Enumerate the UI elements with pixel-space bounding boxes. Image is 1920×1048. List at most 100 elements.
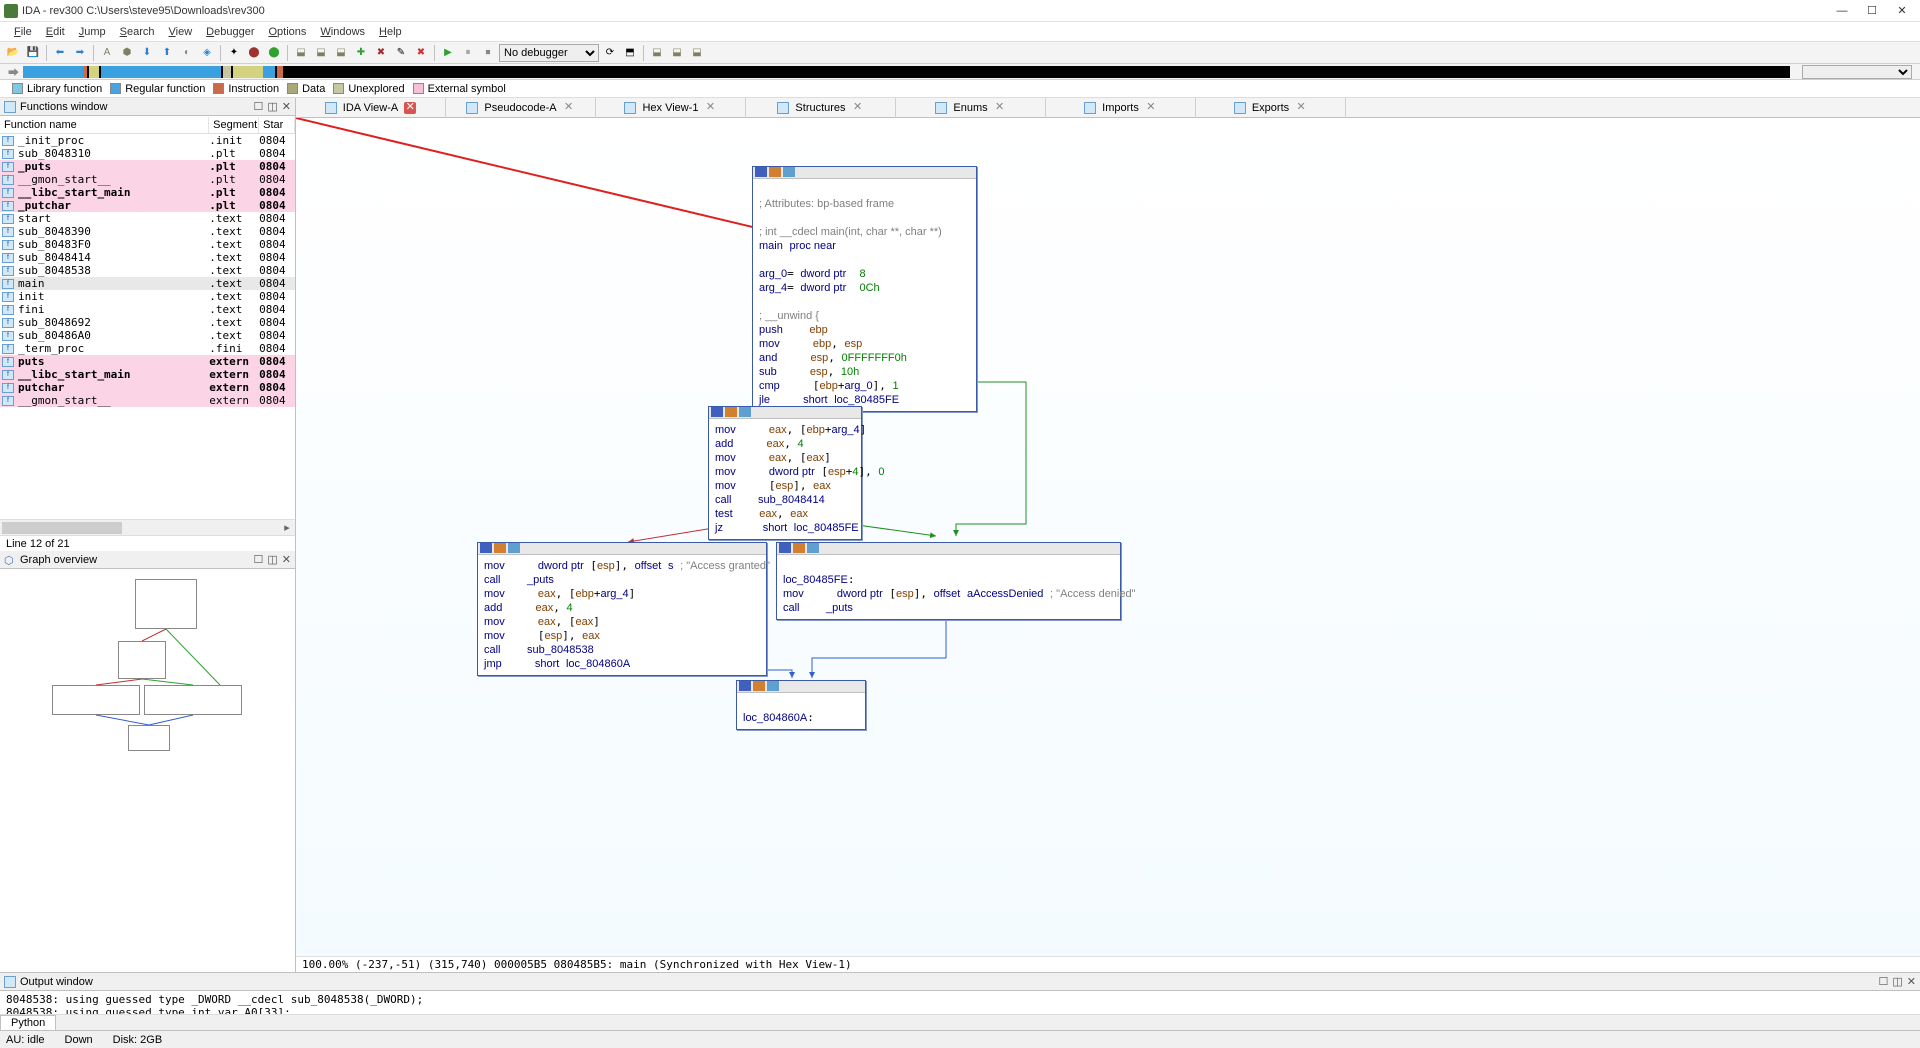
tool-icon[interactable]: ◐ [178, 44, 196, 62]
graph-node[interactable]: mov dword ptr [esp], offset s ; "Access … [477, 542, 767, 676]
function-row[interactable]: f__libc_start_main.plt0804 [0, 186, 295, 199]
tool-icon[interactable]: ⬓ [668, 44, 686, 62]
tool-icon[interactable]: ✖ [412, 44, 430, 62]
tab-ida-view-a[interactable]: IDA View-A✕ [296, 98, 446, 118]
col-addr[interactable]: Star [259, 117, 295, 133]
tool-icon[interactable]: ◈ [198, 44, 216, 62]
function-row[interactable]: fputsextern0804 [0, 355, 295, 368]
pane-float-icon[interactable]: ☐ [254, 553, 264, 566]
tool-icon[interactable]: ⬓ [292, 44, 310, 62]
graph-node[interactable]: ; Attributes: bp-based frame ; int __cde… [752, 166, 977, 412]
tab-pseudocode-a[interactable]: Pseudocode-A✕ [446, 98, 596, 118]
pause-icon[interactable]: ⏸ [459, 44, 477, 62]
tab-close-icon[interactable]: ✕ [404, 102, 416, 114]
menu-windows[interactable]: Windows [314, 24, 371, 40]
function-row[interactable]: f_term_proc.fini0804 [0, 342, 295, 355]
function-row[interactable]: fsub_8048310.plt0804 [0, 147, 295, 160]
menu-edit[interactable]: Edit [40, 24, 71, 40]
save-icon[interactable]: 💾 [24, 44, 42, 62]
forward-icon[interactable]: ➡ [71, 44, 89, 62]
tool-icon[interactable]: ⬢ [118, 44, 136, 62]
tab-exports[interactable]: Exports✕ [1196, 98, 1346, 118]
stop-icon[interactable]: ⏹ [479, 44, 497, 62]
tool-icon[interactable]: ⬇ [138, 44, 156, 62]
tab-close-icon[interactable]: ✕ [994, 102, 1006, 114]
nav-select[interactable] [1802, 65, 1912, 79]
tool-icon[interactable]: A [98, 44, 116, 62]
tool-icon[interactable]: ✦ [225, 44, 243, 62]
tab-close-icon[interactable]: ✕ [1295, 102, 1307, 114]
output-tab-python[interactable]: Python [0, 1015, 56, 1030]
menu-file[interactable]: File [8, 24, 38, 40]
function-row[interactable]: fsub_8048692.text0804 [0, 316, 295, 329]
tool-icon[interactable]: ⬤ [245, 44, 263, 62]
pane-close-icon[interactable]: ✕ [1907, 975, 1916, 988]
minimize-button[interactable]: — [1836, 5, 1848, 17]
function-row[interactable]: fsub_80486A0.text0804 [0, 329, 295, 342]
menu-search[interactable]: Search [114, 24, 161, 40]
tool-icon[interactable]: ⬓ [332, 44, 350, 62]
graph-node[interactable]: loc_804860A: [736, 680, 866, 730]
function-row[interactable]: finit.text0804 [0, 290, 295, 303]
function-row[interactable]: f__gmon_start__.plt0804 [0, 173, 295, 186]
col-name[interactable]: Function name [0, 117, 209, 133]
tool-icon[interactable]: ✎ [392, 44, 410, 62]
menu-view[interactable]: View [163, 24, 199, 40]
graph-overview[interactable] [0, 569, 295, 972]
debugger-select[interactable]: No debugger [499, 44, 599, 62]
run-icon[interactable]: ▶ [439, 44, 457, 62]
tab-close-icon[interactable]: ✕ [563, 102, 575, 114]
nav-bar[interactable] [23, 66, 1790, 78]
tool-icon[interactable]: ⬓ [312, 44, 330, 62]
tool-icon[interactable]: ⬓ [648, 44, 666, 62]
tab-imports[interactable]: Imports✕ [1046, 98, 1196, 118]
pane-min-icon[interactable]: ◫ [267, 100, 277, 113]
open-icon[interactable]: 📂 [4, 44, 22, 62]
pane-min-icon[interactable]: ◫ [1892, 975, 1902, 988]
tab-enums[interactable]: Enums✕ [896, 98, 1046, 118]
tool-icon[interactable]: ⬤ [265, 44, 283, 62]
output-body[interactable]: 8048538: using guessed type _DWORD __cde… [0, 991, 1920, 1014]
graph-area[interactable]: ; Attributes: bp-based frame ; int __cde… [296, 118, 1920, 956]
pane-float-icon[interactable]: ☐ [1879, 975, 1889, 988]
menu-options[interactable]: Options [262, 24, 312, 40]
menu-debugger[interactable]: Debugger [200, 24, 260, 40]
tool-icon[interactable]: ✚ [352, 44, 370, 62]
pane-min-icon[interactable]: ◫ [267, 553, 277, 566]
function-row[interactable]: fsub_8048390.text0804 [0, 225, 295, 238]
function-row[interactable]: f_putchar.plt0804 [0, 199, 295, 212]
function-row[interactable]: fstart.text0804 [0, 212, 295, 225]
tool-icon[interactable]: ⟳ [601, 44, 619, 62]
function-row[interactable]: fsub_8048414.text0804 [0, 251, 295, 264]
pane-close-icon[interactable]: ✕ [282, 553, 291, 566]
tool-icon[interactable]: ⬒ [621, 44, 639, 62]
tool-icon[interactable]: ✖ [372, 44, 390, 62]
col-segment[interactable]: Segment [209, 117, 259, 133]
pane-close-icon[interactable]: ✕ [282, 100, 291, 113]
function-row[interactable]: ffini.text0804 [0, 303, 295, 316]
function-row[interactable]: f_puts.plt0804 [0, 160, 295, 173]
function-row[interactable]: f__gmon_start__extern0804 [0, 394, 295, 407]
h-scrollbar[interactable]: ◂ ▸ [0, 519, 295, 535]
tab-hex-view-1[interactable]: Hex View-1✕ [596, 98, 746, 118]
tool-icon[interactable]: ⬓ [688, 44, 706, 62]
function-row[interactable]: fmain.text0804 [0, 277, 295, 290]
function-row[interactable]: fsub_80483F0.text0804 [0, 238, 295, 251]
menu-jump[interactable]: Jump [73, 24, 112, 40]
function-row[interactable]: f__libc_start_mainextern0804 [0, 368, 295, 381]
function-row[interactable]: f_init_proc.init0804 [0, 134, 295, 147]
back-icon[interactable]: ⬅ [51, 44, 69, 62]
tab-close-icon[interactable]: ✕ [852, 102, 864, 114]
menu-help[interactable]: Help [373, 24, 408, 40]
pane-float-icon[interactable]: ☐ [254, 100, 264, 113]
maximize-button[interactable]: ☐ [1866, 5, 1878, 17]
tab-structures[interactable]: Structures✕ [746, 98, 896, 118]
function-row[interactable]: fputcharextern0804 [0, 381, 295, 394]
tab-close-icon[interactable]: ✕ [1145, 102, 1157, 114]
graph-node[interactable]: mov eax, [ebp+arg_4] add eax, 4 mov eax,… [708, 406, 862, 540]
function-row[interactable]: fsub_8048538.text0804 [0, 264, 295, 277]
close-button[interactable]: ✕ [1896, 5, 1908, 17]
graph-node[interactable]: loc_80485FE: mov dword ptr [esp], offset… [776, 542, 1121, 620]
tab-close-icon[interactable]: ✕ [705, 102, 717, 114]
tool-icon[interactable]: ⬆ [158, 44, 176, 62]
